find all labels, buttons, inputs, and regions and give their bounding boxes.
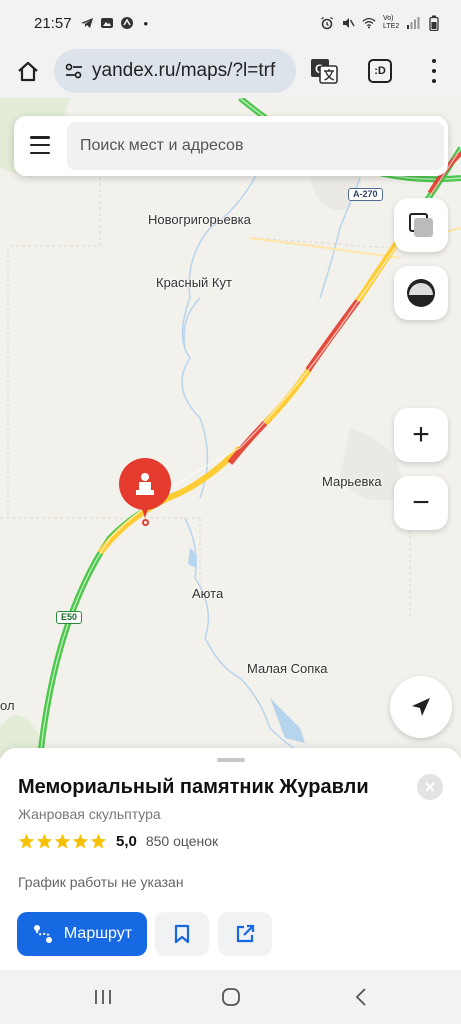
navigation-arrow-icon [412, 698, 430, 716]
zoom-out-button[interactable]: − [394, 476, 448, 530]
road-shield-e50: E50 [56, 611, 83, 624]
map-label-novogrigorevka: Новогригорьевка [148, 212, 251, 227]
layers-button[interactable] [394, 198, 448, 252]
place-card: Мемориальный памятник Журавли Жанровая с… [0, 748, 461, 970]
translate-icon[interactable]: G [310, 58, 338, 84]
search-card: Поиск мест и адресов [14, 116, 448, 176]
traffic-button[interactable] [394, 266, 448, 320]
mute-icon [341, 16, 355, 30]
browser-toolbar: yandex.ru/maps/?l=trf G :D [0, 46, 461, 98]
rating-stars [18, 833, 107, 850]
telegram-icon [80, 16, 94, 30]
recent-apps-icon[interactable] [88, 984, 118, 1010]
sheet-grabber[interactable] [217, 758, 245, 762]
plus-icon: + [412, 418, 430, 451]
rating-row[interactable]: 5,0 850 оценок [18, 831, 218, 851]
home-icon[interactable] [6, 50, 50, 94]
lte-label: Vo) LTE2 [383, 15, 400, 30]
map-label-krasny-kut: Красный Кут [156, 275, 232, 290]
star-icon [72, 833, 89, 848]
map-label-ayuta: Аюта [192, 586, 224, 601]
bookmark-icon [174, 924, 190, 944]
battery-icon [427, 15, 441, 31]
status-bar: 21:57 • Vo) LTE2 [0, 0, 461, 46]
star-icon [18, 833, 35, 848]
star-icon [90, 833, 107, 848]
map-canvas [0, 98, 461, 758]
road-shield-a270: A-270 [348, 188, 383, 201]
close-icon [425, 782, 435, 792]
share-icon [236, 924, 255, 943]
status-icons-right: Vo) LTE2 [320, 15, 441, 31]
status-icons-left: • [80, 15, 149, 31]
rating-count[interactable]: 850 оценок [146, 833, 218, 849]
system-nav-bar [0, 970, 461, 1024]
tab-switcher-button[interactable]: :D [368, 59, 392, 83]
alarm-icon [320, 16, 334, 30]
map-label-maryevka: Марьевка [322, 474, 382, 489]
app-icon [120, 16, 134, 30]
traffic-icon [407, 279, 435, 307]
map-view[interactable]: Новогригорьевка Красный Кут Марьевка Ают… [0, 98, 461, 758]
status-time: 21:57 [34, 14, 72, 32]
monument-icon [136, 473, 154, 495]
menu-icon[interactable] [424, 56, 444, 86]
place-title: Мемориальный памятник Журавли [18, 776, 369, 798]
star-icon [36, 833, 53, 848]
status-dot: • [143, 15, 149, 31]
route-button-label: Маршрут [63, 925, 133, 942]
bookmark-button[interactable] [155, 912, 209, 956]
wifi-icon [362, 16, 376, 30]
rating-value: 5,0 [116, 832, 137, 850]
poi-marker-dot [142, 519, 149, 526]
zoom-in-button[interactable]: + [394, 408, 448, 462]
signal-icon [406, 16, 420, 30]
search-input[interactable]: Поиск мест и адресов [67, 122, 444, 170]
close-button[interactable] [417, 774, 443, 800]
route-button[interactable]: Маршрут [17, 912, 147, 956]
home-nav-icon[interactable] [216, 984, 246, 1010]
map-label-edge: ол [0, 698, 15, 713]
place-category: Жанровая скульптура [18, 806, 161, 822]
site-settings-icon[interactable] [64, 62, 84, 80]
hamburger-menu-icon[interactable] [30, 136, 50, 154]
locate-button[interactable] [390, 676, 452, 738]
back-icon[interactable] [346, 984, 376, 1010]
share-button[interactable] [218, 912, 272, 956]
layers-icon [409, 213, 433, 237]
working-hours: График работы не указан [18, 874, 184, 890]
map-label-malaya-sopka: Малая Сопка [247, 661, 328, 676]
gallery-icon [100, 16, 114, 30]
route-icon [33, 925, 52, 943]
star-icon [54, 833, 71, 848]
minus-icon: − [412, 486, 430, 519]
poi-marker[interactable] [119, 458, 171, 510]
url-text[interactable]: yandex.ru/maps/?l=trf [92, 60, 275, 82]
address-bar[interactable]: yandex.ru/maps/?l=trf [54, 49, 296, 93]
